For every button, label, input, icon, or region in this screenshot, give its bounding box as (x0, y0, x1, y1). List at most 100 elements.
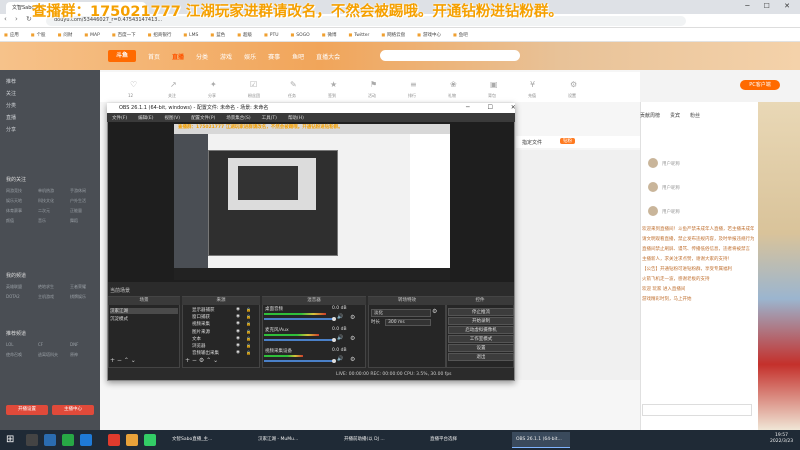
obs-menu-item[interactable]: 配置文件(P) (191, 115, 215, 121)
pc-client-button[interactable]: PC客户端 (740, 80, 780, 90)
chat-username[interactable]: 用户昵称 (662, 185, 680, 191)
speaker-icon[interactable]: 🔊 (337, 335, 343, 341)
sidebar-channel[interactable]: 原神 (70, 352, 78, 358)
sidebar-category[interactable]: 舞蹈 (70, 218, 78, 224)
sidebar-channel[interactable]: 逃离塔科夫 (38, 352, 58, 358)
scene-item[interactable]: 汉家江湖 (110, 308, 178, 314)
site-nav-item[interactable]: 分类 (196, 52, 208, 61)
chat-input[interactable] (642, 404, 752, 416)
obs-menu-item[interactable]: 文件(F) (112, 115, 127, 121)
bookmark-item[interactable]: 超级 (237, 32, 252, 38)
room-toolbar-icon[interactable]: ❀ (450, 80, 462, 90)
sidebar-item[interactable]: 分享 (6, 126, 16, 133)
sidebar-button-left[interactable]: 开播设置 (6, 405, 48, 415)
source-lock-icon[interactable]: 🔒 (246, 329, 251, 334)
obs-menu-item[interactable]: 场景集合(S) (226, 115, 250, 121)
source-eye-icon[interactable]: ◉ (236, 321, 240, 326)
sidebar-category[interactable]: 户外生活 (70, 198, 86, 204)
site-nav-item[interactable]: 赛事 (268, 52, 280, 61)
sidebar-category[interactable]: 手游休闲 (70, 188, 86, 194)
sidebar-channel[interactable]: 棋牌娱乐 (70, 294, 86, 300)
mixer-slider-knob[interactable] (332, 338, 336, 342)
site-nav-item[interactable]: 娱乐 (244, 52, 256, 61)
app2-icon[interactable] (144, 434, 156, 446)
mixer-slider-knob[interactable] (332, 359, 336, 363)
wechat-icon[interactable] (62, 434, 74, 446)
obs-menu-item[interactable]: 帮助(H) (288, 115, 304, 121)
site-nav-item[interactable]: 游戏 (220, 52, 232, 61)
sidebar-item[interactable]: 关注 (6, 90, 16, 97)
mixer-volume-slider[interactable] (264, 318, 334, 320)
obs-control-button[interactable]: 工作室模式 (448, 335, 514, 343)
sidebar-category[interactable]: 科技文化 (38, 198, 54, 204)
sidebar-category[interactable]: 二次元 (38, 208, 50, 214)
bookmark-item[interactable]: 百度一下 (112, 32, 136, 38)
site-nav-item[interactable]: 鱼吧 (292, 52, 304, 61)
sidebar-channel[interactable]: 使命召唤 (6, 352, 22, 358)
app-icon[interactable] (108, 434, 120, 446)
taskview-icon[interactable] (44, 434, 56, 446)
sidebar-channel[interactable]: LOL (6, 342, 13, 347)
room-toolbar-icon[interactable]: ⚙ (570, 80, 582, 90)
room-toolbar-icon[interactable]: ⚑ (370, 80, 382, 90)
bookmark-item[interactable]: 游戏中心 (417, 32, 441, 38)
promo-banner[interactable] (758, 102, 800, 430)
bookmark-item[interactable]: 应用 (4, 32, 19, 38)
source-lock-icon[interactable]: 🔒 (246, 336, 251, 341)
room-toolbar-icon[interactable]: ☑ (250, 80, 262, 90)
obs-menu-item[interactable]: 工具(T) (262, 115, 277, 121)
obs-control-button[interactable]: 设置 (448, 344, 514, 352)
mixer-slider-knob[interactable] (332, 317, 336, 321)
sidebar-category[interactable]: 颜值 (6, 218, 14, 224)
room-toolbar-icon[interactable]: ✦ (210, 80, 222, 90)
bookmark-item[interactable]: 蓝色 (210, 32, 225, 38)
chat-tab[interactable]: 贵宾 (670, 113, 680, 119)
room-toolbar-icon[interactable]: ↗ (170, 80, 182, 90)
mixer-gear-icon[interactable]: ⚙ (350, 314, 355, 321)
sidebar-category[interactable]: 单机热游 (38, 188, 54, 194)
obs-control-button[interactable]: 停止推流 (448, 308, 514, 316)
scene-item[interactable]: 沉淀模式 (110, 316, 178, 322)
bookmark-item[interactable]: LMS (183, 32, 198, 38)
source-lock-icon[interactable]: 🔒 (246, 321, 251, 326)
bookmark-item[interactable]: MAP (84, 32, 100, 38)
sidebar-channel[interactable]: DNF (70, 342, 78, 347)
sidebar-category[interactable]: 正能量 (70, 208, 82, 214)
taskbar-clock[interactable]: 19:57 2022/3/23 (770, 433, 793, 445)
source-eye-icon[interactable]: ◉ (236, 350, 240, 355)
source-item[interactable]: 浏览器 (192, 343, 206, 349)
source-eye-icon[interactable]: ◉ (236, 329, 240, 334)
sidebar-channel[interactable]: 主机游戏 (38, 294, 54, 300)
chat-tab[interactable]: 贡献周榜 (640, 113, 660, 119)
chat-tab[interactable]: 粉丝 (690, 113, 700, 119)
source-item[interactable]: 音频输出采集 (192, 350, 219, 356)
mixer-gear-icon[interactable]: ⚙ (350, 356, 355, 363)
bookmark-item[interactable]: 鱼吧 (453, 32, 468, 38)
sidebar-category[interactable]: 体育赛事 (6, 208, 22, 214)
room-toolbar-icon[interactable]: ≡ (410, 80, 422, 90)
sidebar-channel[interactable]: 王者荣耀 (70, 284, 86, 290)
source-item[interactable]: 显示器捕获 (192, 307, 215, 313)
bookmark-item[interactable]: SOGO (291, 32, 309, 38)
chat-avatar[interactable] (648, 206, 658, 216)
obs-control-button[interactable]: 开始录制 (448, 317, 514, 325)
source-item[interactable]: 视频采集 (192, 321, 210, 327)
source-item[interactable]: 图片来源 (192, 329, 210, 335)
bookmark-item[interactable]: 网络云盘 (381, 32, 405, 38)
site-nav-item[interactable]: 直播大会 (316, 52, 340, 61)
source-item[interactable]: 文本 (192, 336, 201, 342)
taskbar-app[interactable]: 开播前助播(以 DJ ... (340, 432, 398, 448)
bookmark-item[interactable]: Twitter (349, 32, 369, 38)
sidebar-item[interactable]: 推荐 (6, 78, 16, 85)
sidebar-category[interactable]: 娱乐天地 (6, 198, 22, 204)
sidebar-channel[interactable]: CF (38, 342, 43, 347)
chat-avatar[interactable] (648, 158, 658, 168)
site-nav-item[interactable]: 直播 (172, 52, 184, 61)
source-lock-icon[interactable]: 🔒 (246, 343, 251, 348)
bookmark-item[interactable]: 微博 (322, 32, 337, 38)
room-toolbar-icon[interactable]: ♡ (130, 80, 142, 90)
obs-menu-item[interactable]: 视图(V) (164, 115, 180, 121)
scene-add-remove-icon[interactable]: + − ⌃ ⌄ (110, 357, 136, 364)
search-icon[interactable] (26, 434, 38, 446)
source-eye-icon[interactable]: ◉ (236, 343, 240, 348)
